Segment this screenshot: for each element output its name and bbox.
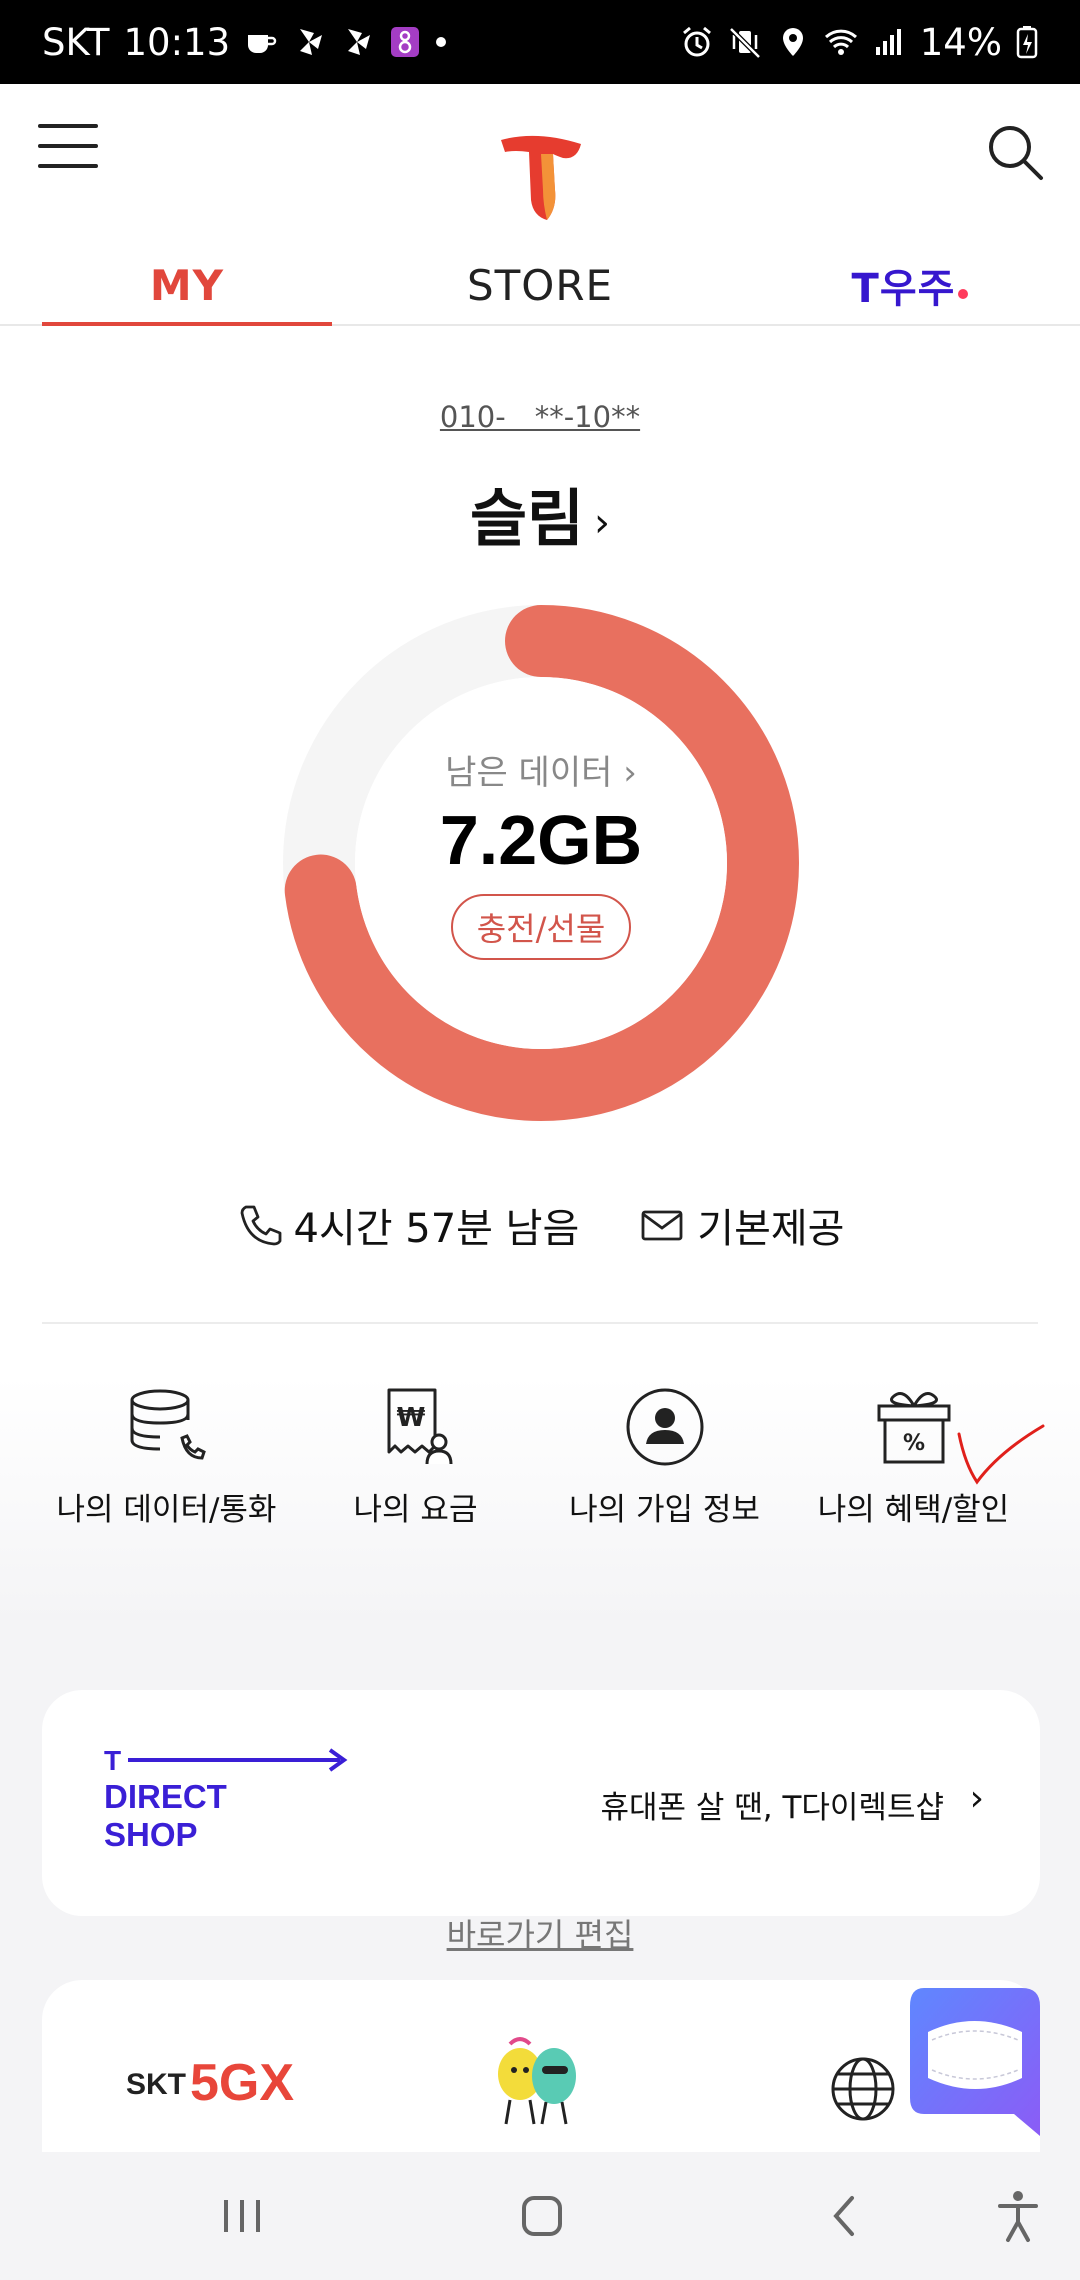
chevron-right-icon: › [594, 499, 611, 546]
pinwheel-icon [300, 29, 323, 55]
signal-icon [875, 29, 901, 55]
usage-summary: 4시간 57분 남음 기본제공 [0, 1196, 1080, 1254]
phone-number[interactable]: 010- **-10** [0, 394, 1080, 436]
chevron-right-icon: › [969, 1778, 984, 1819]
notification-dot [436, 37, 447, 47]
data-call-icon [130, 1389, 206, 1460]
plan-name-link[interactable]: 슬림 › [0, 468, 1080, 558]
tab-my[interactable]: MY [42, 244, 332, 328]
back-icon[interactable] [816, 2186, 876, 2246]
globe-icon[interactable] [828, 2054, 898, 2124]
svg-text:DIRECT: DIRECT [104, 1778, 227, 1815]
divider [42, 1322, 1038, 1324]
recent-apps-icon[interactable] [212, 2186, 272, 2246]
bill-icon: ₩ [387, 1388, 452, 1465]
pinwheel-icon [348, 29, 371, 55]
character-mascots-icon[interactable] [480, 2030, 600, 2130]
hamburger-menu-icon[interactable] [38, 124, 98, 170]
battery-charging-icon [1016, 26, 1038, 59]
main-tabs: MY STORE T우주 [0, 244, 1080, 328]
charge-gift-button[interactable]: 충전/선물 [450, 893, 632, 960]
chatbot-button[interactable] [910, 1988, 1040, 2136]
accessibility-icon[interactable] [988, 2186, 1048, 2246]
system-nav-bar [0, 2152, 1080, 2280]
shortcut-my-data-call[interactable]: 나의 데이터/통화 [42, 1384, 291, 1529]
shortcut-my-bill[interactable]: ₩ 나의 요금 [291, 1384, 540, 1529]
skt-5gx-logo[interactable]: SKT 5GX [126, 2052, 316, 2108]
svg-text:SHOP: SHOP [104, 1816, 198, 1853]
home-icon[interactable] [512, 2186, 572, 2246]
chevron-right-icon: › [623, 752, 637, 793]
search-icon[interactable] [985, 122, 1045, 182]
profile-icon [626, 1388, 703, 1466]
mail-icon [641, 1210, 683, 1241]
status-bar: SKT 10:13 14% [0, 0, 1080, 84]
svg-text:%: % [902, 1431, 924, 1456]
t-direct-shop-text: 휴대폰 살 땐, T다이렉트샵 [600, 1790, 944, 1826]
alarm-icon [682, 26, 711, 57]
speaker-app-icon [391, 27, 420, 57]
my-dashboard: 010- **-10** 슬림 › 남은 데이터 › 7.2GB 충전/선물 4시… [0, 326, 1080, 1954]
t-direct-shop-banner[interactable]: T DIRECT SHOP 휴대폰 살 땐, T다이렉트샵 › [42, 1690, 1040, 1916]
plan-name: 슬림 [469, 482, 585, 555]
tab-store[interactable]: STORE [400, 244, 680, 326]
edit-shortcuts-link[interactable]: 바로가기 편집 [0, 1910, 1080, 1956]
t-direct-shop-logo: T DIRECT SHOP [104, 1746, 348, 1853]
app-header: MY STORE T우주 [0, 84, 1080, 328]
call-remaining: 4시간 57분 남음 [236, 1196, 579, 1254]
gift-discount-icon: % [877, 1392, 950, 1464]
svg-text:5GX: 5GX [190, 2054, 294, 2108]
cup-icon [248, 35, 277, 53]
remaining-data-value: 7.2GB [439, 800, 643, 879]
tab-t-universe[interactable]: T우주 [760, 244, 1060, 326]
wifi-icon [824, 29, 857, 55]
svg-text:T: T [104, 1746, 121, 1776]
shortcut-my-subscription-info[interactable]: 나의 가입 정보 [540, 1384, 789, 1529]
data-summary: 남은 데이터 › 7.2GB 충전/선물 [276, 598, 806, 1128]
remaining-data-link[interactable]: 남은 데이터 › [445, 745, 637, 794]
sms-allowance: 기본제공 [639, 1196, 844, 1254]
svg-text:₩: ₩ [396, 1403, 425, 1433]
clock: 10:13 [123, 20, 231, 64]
shortcut-row: 나의 데이터/통화 ₩ 나의 요금 나의 가입 정보 % 나의 혜택/할인 [42, 1384, 1038, 1529]
battery-percent: 14% [919, 20, 1002, 64]
check-mark-annotation [957, 1424, 1045, 1485]
t-logo-icon[interactable] [497, 130, 585, 222]
vibrate-mute-icon [728, 27, 761, 59]
location-icon [782, 28, 803, 56]
phone-icon [240, 1205, 281, 1246]
svg-text:SKT: SKT [126, 2068, 186, 2101]
carrier-label: SKT [42, 20, 110, 64]
